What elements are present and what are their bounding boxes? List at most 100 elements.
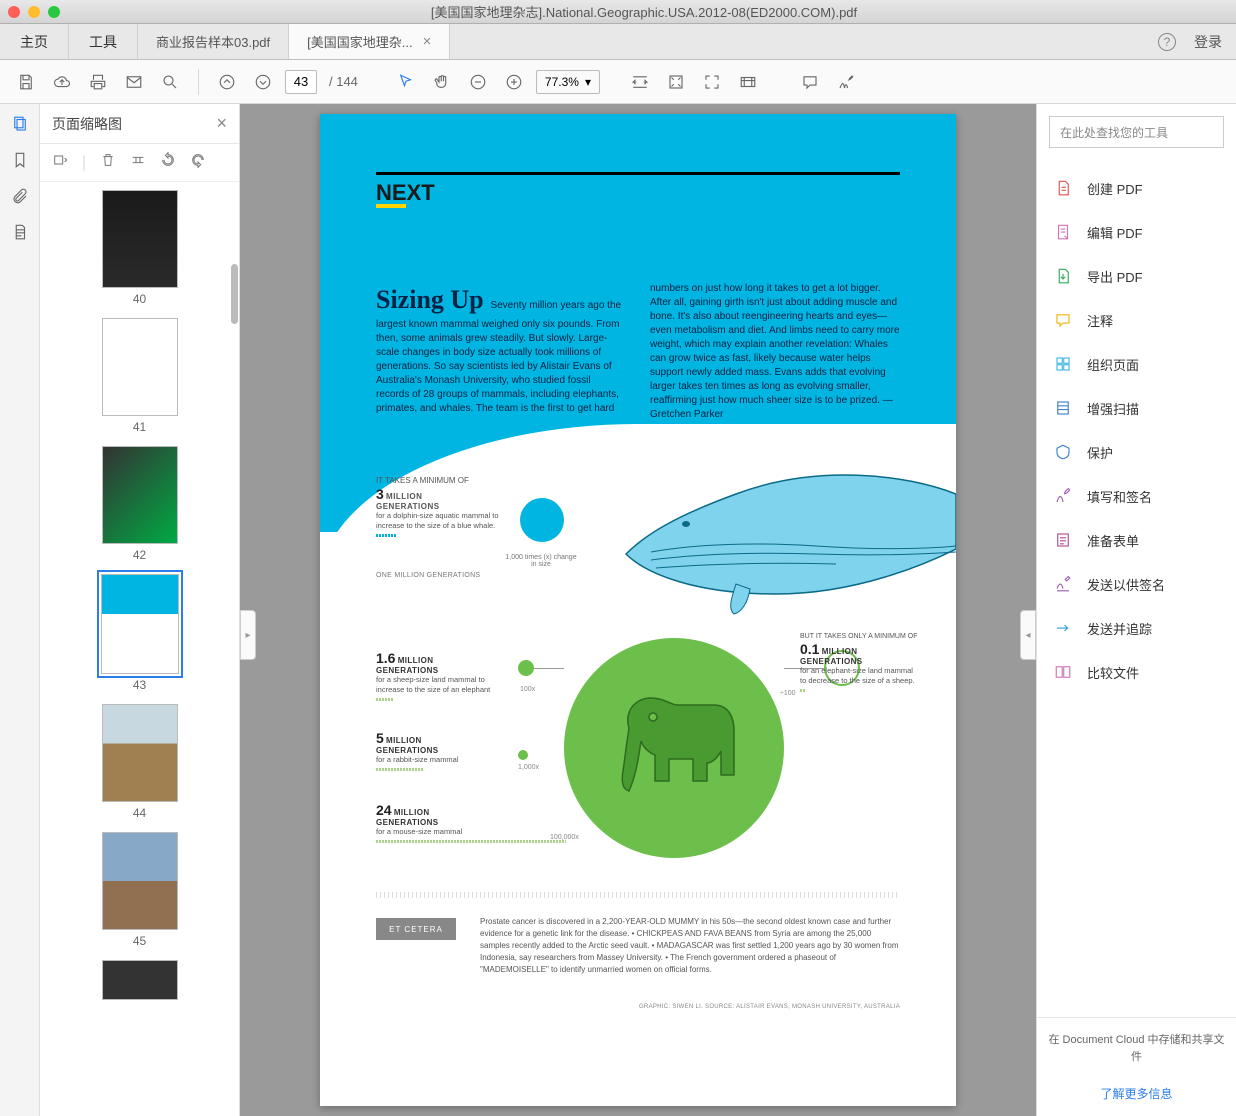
- tool-增强扫描[interactable]: 增强扫描: [1037, 386, 1236, 430]
- attachment-icon[interactable]: [8, 184, 32, 208]
- fullscreen-icon[interactable]: [698, 68, 726, 96]
- insert-icon[interactable]: [130, 152, 146, 173]
- bookmark-icon[interactable]: [8, 148, 32, 172]
- document-icon[interactable]: [8, 220, 32, 244]
- cloud-upload-icon[interactable]: [48, 68, 76, 96]
- tools-panel: 在此处查找您的工具 创建 PDF编辑 PDF导出 PDF注释组织页面增强扫描保护…: [1036, 104, 1236, 1116]
- tool-icon: [1053, 310, 1073, 330]
- cyan-circle: [520, 498, 564, 542]
- page-number-input[interactable]: [285, 70, 317, 94]
- tool-编辑 PDF[interactable]: 编辑 PDF: [1037, 210, 1236, 254]
- mouse-stat: 24 MILLION GENERATIONS for a mouse-size …: [376, 802, 506, 843]
- tool-导出 PDF[interactable]: 导出 PDF: [1037, 254, 1236, 298]
- thumb-45[interactable]: 45: [40, 832, 239, 948]
- tool-icon: [1053, 442, 1073, 462]
- thumb-43[interactable]: 43: [40, 574, 239, 692]
- save-icon[interactable]: [12, 68, 40, 96]
- mail-icon[interactable]: [120, 68, 148, 96]
- etcetera-badge: ET CETERA: [376, 918, 456, 940]
- search-icon[interactable]: [156, 68, 184, 96]
- tool-icon: [1053, 618, 1073, 638]
- minimize-window[interactable]: [28, 6, 40, 18]
- sign-icon[interactable]: [832, 68, 860, 96]
- learn-more-link[interactable]: 了解更多信息: [1047, 1085, 1226, 1102]
- left-panel-grip[interactable]: ▸: [240, 610, 256, 660]
- trash-icon[interactable]: [100, 152, 116, 173]
- close-tab-icon[interactable]: ×: [423, 33, 432, 50]
- tool-填写和签名[interactable]: 填写和签名: [1037, 474, 1236, 518]
- thumbnail-scrollbar[interactable]: [231, 184, 238, 424]
- tool-icon: [1053, 266, 1073, 286]
- close-window[interactable]: [8, 6, 20, 18]
- zoom-dropdown[interactable]: 77.3%▾: [536, 70, 600, 94]
- section-label: NEXT: [376, 180, 435, 206]
- login-link[interactable]: 登录: [1194, 32, 1222, 52]
- tab-tools[interactable]: 工具: [69, 24, 138, 59]
- thumb-44[interactable]: 44: [40, 704, 239, 820]
- chevron-down-icon: ▾: [585, 75, 591, 89]
- tool-比较文件[interactable]: 比较文件: [1037, 650, 1236, 694]
- zoom-out-icon[interactable]: [464, 68, 492, 96]
- document-viewer[interactable]: ▸ ◂ NEXT Sizing Up Seventy million years…: [240, 104, 1036, 1116]
- thumbnail-tools: |: [40, 144, 239, 182]
- tools-footer: 在 Document Cloud 中存储和共享文件 了解更多信息: [1037, 1017, 1236, 1116]
- page-total: / 144: [329, 74, 358, 89]
- thumbnail-list[interactable]: 40 41 42 43 44 45: [40, 182, 239, 1116]
- close-panel-icon[interactable]: ×: [216, 113, 227, 134]
- fit-width-icon[interactable]: [626, 68, 654, 96]
- thumb-40[interactable]: 40: [40, 190, 239, 306]
- pdf-page: NEXT Sizing Up Seventy million years ago…: [320, 114, 956, 1106]
- sidebar-rail: [0, 104, 40, 1116]
- decrease-stat: BUT IT TAKES ONLY A MINIMUM OF 0.1 MILLI…: [800, 632, 920, 692]
- thumb-41[interactable]: 41: [40, 318, 239, 434]
- thumbnail-panel: 页面缩略图 × | 40 41 42 43 44 45: [40, 104, 240, 1116]
- tool-icon: [1053, 354, 1073, 374]
- thumb-42[interactable]: 42: [40, 446, 239, 562]
- thumb-46[interactable]: [40, 960, 239, 1000]
- hand-tool-icon[interactable]: [428, 68, 456, 96]
- print-icon[interactable]: [84, 68, 112, 96]
- window-titlebar: [美国国家地理杂志].National.Geographic.USA.2012-…: [0, 0, 1236, 24]
- tool-发送以供签名[interactable]: 发送以供签名: [1037, 562, 1236, 606]
- tab-doc-1[interactable]: 商业报告样本03.pdf: [138, 24, 289, 59]
- page-down-icon[interactable]: [249, 68, 277, 96]
- tool-注释[interactable]: 注释: [1037, 298, 1236, 342]
- rotate-cw-icon[interactable]: [190, 152, 206, 173]
- tool-保护[interactable]: 保护: [1037, 430, 1236, 474]
- tool-icon: [1053, 662, 1073, 682]
- tool-组织页面[interactable]: 组织页面: [1037, 342, 1236, 386]
- tool-icon: [1053, 574, 1073, 594]
- comment-icon[interactable]: [796, 68, 824, 96]
- window-title: [美国国家地理杂志].National.Geographic.USA.2012-…: [60, 2, 1228, 21]
- tool-icon: [1053, 398, 1073, 418]
- tool-icon: [1053, 178, 1073, 198]
- tool-icon: [1053, 486, 1073, 506]
- graphic-credit: GRAPHIC: SIWEN LI. SOURCE: ALISTAIR EVAN…: [639, 1004, 900, 1010]
- traffic-lights: [8, 6, 60, 18]
- options-icon[interactable]: [52, 152, 68, 173]
- thumbnails-icon[interactable]: [8, 112, 32, 136]
- rotate-ccw-icon[interactable]: [160, 152, 176, 173]
- whale-illustration: [556, 434, 956, 664]
- page-up-icon[interactable]: [213, 68, 241, 96]
- help-icon[interactable]: ?: [1158, 33, 1176, 51]
- tools-search[interactable]: 在此处查找您的工具: [1049, 116, 1224, 148]
- zoom-in-icon[interactable]: [500, 68, 528, 96]
- tool-发送并追踪[interactable]: 发送并追踪: [1037, 606, 1236, 650]
- right-panel-grip[interactable]: ◂: [1020, 610, 1036, 660]
- tab-home[interactable]: 主页: [0, 24, 69, 59]
- zoom-window[interactable]: [48, 6, 60, 18]
- fit-page-icon[interactable]: [662, 68, 690, 96]
- tool-创建 PDF[interactable]: 创建 PDF: [1037, 166, 1236, 210]
- article-body: Sizing Up Seventy million years ago the …: [376, 282, 900, 422]
- tab-doc-2[interactable]: [美国国家地理杂... ×: [289, 24, 450, 59]
- toolbar: / 144 77.3%▾: [0, 60, 1236, 104]
- rabbit-stat: 5 MILLION GENERATIONS for a rabbit-size …: [376, 730, 506, 771]
- thumbnail-panel-title: 页面缩略图: [52, 114, 122, 134]
- omg-label: ONE MILLION GENERATIONS: [376, 572, 480, 579]
- read-mode-icon[interactable]: [734, 68, 762, 96]
- etcetera-text: Prostate cancer is discovered in a 2,200…: [480, 916, 900, 976]
- tool-icon: [1053, 222, 1073, 242]
- select-tool-icon[interactable]: [392, 68, 420, 96]
- tool-准备表单[interactable]: 准备表单: [1037, 518, 1236, 562]
